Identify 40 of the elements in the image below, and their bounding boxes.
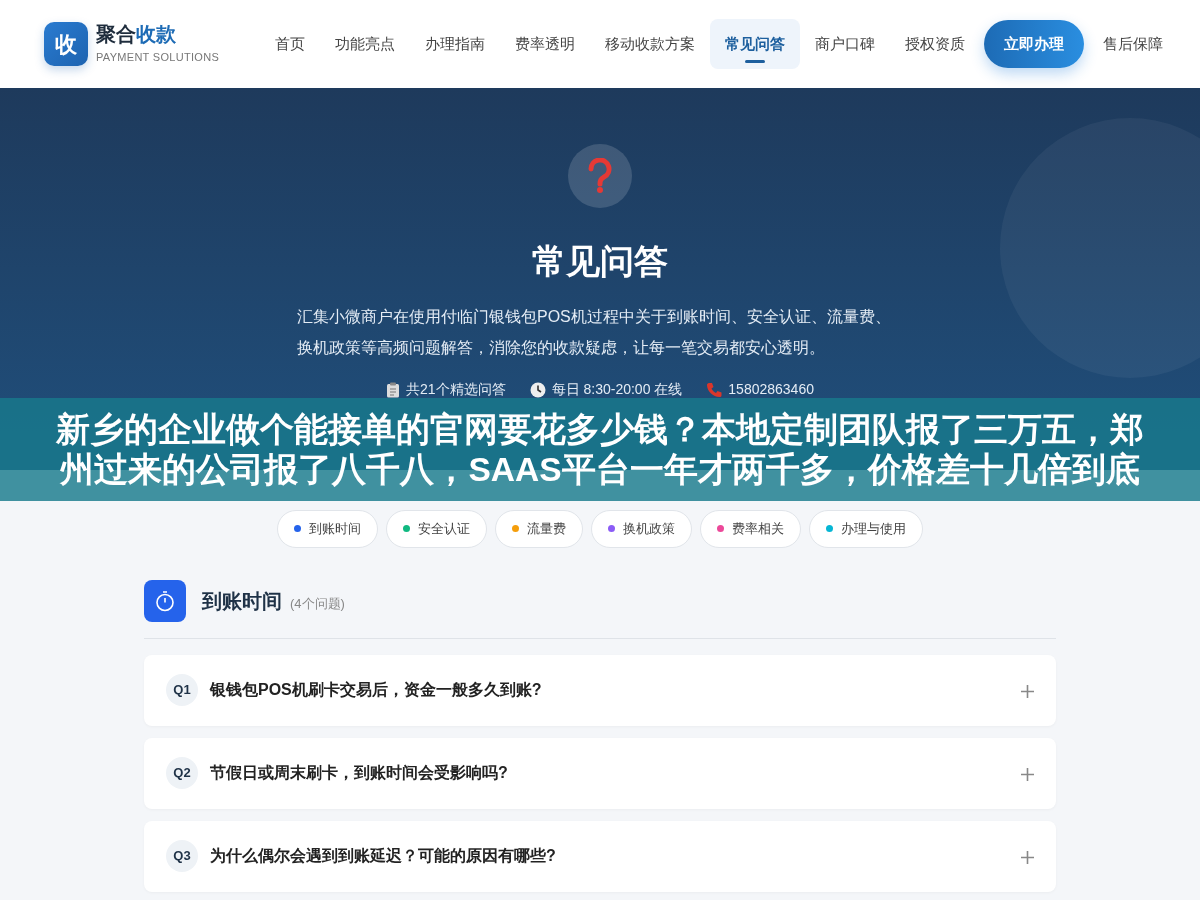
hero-stat: 15802863460 <box>728 380 814 399</box>
category-chip[interactable]: 安全认证 <box>386 510 487 548</box>
question-text: 节假日或周末刷卡，到账时间会受影响吗? <box>210 763 509 783</box>
category-chip[interactable]: 办理与使用 <box>809 510 923 548</box>
nav-link[interactable]: 商户口碑 <box>800 18 890 70</box>
question-number: Q1 <box>166 674 198 706</box>
category-chip[interactable]: 到账时间 <box>277 510 378 548</box>
apply-button[interactable]: 立即办理 <box>984 19 1084 69</box>
phone-icon <box>706 381 723 398</box>
category-chip[interactable]: 换机政策 <box>591 510 692 548</box>
nav-link[interactable]: 授权资质 <box>890 18 980 70</box>
question-number: Q2 <box>166 757 198 789</box>
nav-link[interactable]: 常见问答 <box>710 18 800 70</box>
logo-icon[interactable]: 收 <box>44 22 88 66</box>
question-card[interactable]: Q3 为什么偶尔会遇到到账延迟？可能的原因有哪些? <box>144 820 1056 892</box>
question-text: 银钱包POS机刷卡交易后，资金一般多久到账? <box>210 680 543 700</box>
nav-link[interactable]: 费率透明 <box>500 18 590 70</box>
nav-link[interactable]: 售后保障 <box>1088 18 1178 70</box>
hero-stat: 共21个精选问答 <box>406 380 506 399</box>
question-text: 为什么偶尔会遇到到账延迟？可能的原因有哪些? <box>210 846 557 866</box>
brand-name: 聚合收款 <box>96 22 177 45</box>
question-number: Q3 <box>166 840 198 872</box>
nav-link[interactable]: 移动收款方案 <box>590 18 710 70</box>
nav-link[interactable]: 办理指南 <box>410 18 500 70</box>
hero-stat: 每日 8:30-20:00 在线 <box>551 380 683 399</box>
question-card[interactable]: Q2 节假日或周末刷卡，到账时间会受影响吗? <box>144 737 1056 809</box>
category-chip[interactable]: 流量费 <box>495 510 583 548</box>
question-card[interactable]: Q1 银钱包POS机刷卡交易后，资金一般多久到账? <box>144 654 1056 726</box>
category-chip[interactable]: 费率相关 <box>700 510 801 548</box>
nav-link[interactable]: 首页 <box>260 18 320 70</box>
clock-icon <box>529 381 546 398</box>
clipboard-icon <box>386 381 400 398</box>
brand-subtitle: PAYMENT SOLUTIONS <box>96 49 220 65</box>
hero-description: 汇集小微商户在使用付临门银钱包POS机过程中关于到账时间、安全认证、流量费、换机政策等高频问题解答，消除您的收款疑虑，让每一笔交易都安心透明。 <box>297 307 892 358</box>
section-title: 到账时间 <box>202 588 282 614</box>
timer-icon <box>144 579 186 622</box>
overlay-banner: 新乡的企业做个能接单的官网要花多少钱？本地定制团队报了三万五，郑州过来的公司报了八千八，SAAS平台一年才两千多，价格差十几倍到底 <box>0 398 1200 501</box>
hero-title: 常见问答 <box>531 241 669 282</box>
question-count: (4个问题) <box>290 594 345 613</box>
nav-link[interactable]: 功能亮点 <box>320 18 410 70</box>
